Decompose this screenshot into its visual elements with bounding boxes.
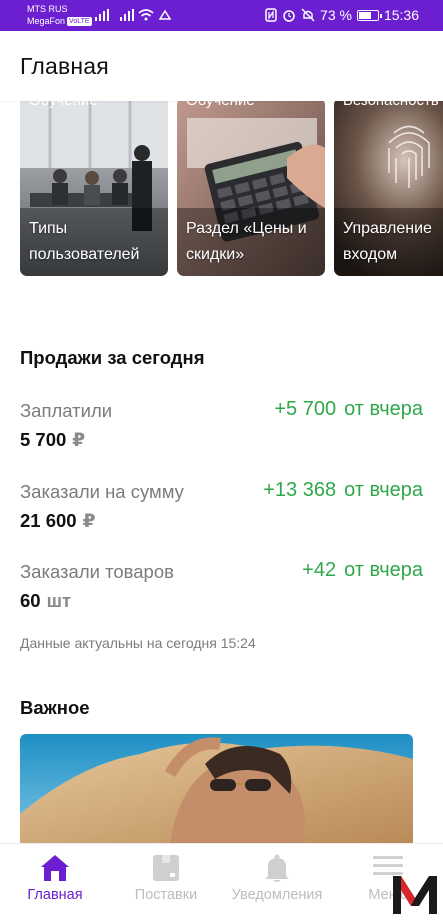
- row-delta: +5 700 от вчера: [274, 398, 423, 421]
- nav-supplies[interactable]: Поставки: [111, 844, 221, 920]
- card-prices-discounts[interactable]: Обучение Раздел «Цены и скидки»: [177, 98, 325, 276]
- volte-badge: VoLTE: [67, 17, 92, 27]
- banner-image: [20, 734, 413, 844]
- row-unit: ₽: [82, 510, 96, 531]
- row-value: 5 700 ₽: [20, 429, 85, 451]
- signal-icon-2: [120, 9, 134, 21]
- nav-label: Уведомления: [231, 887, 323, 903]
- clock: 15:36: [383, 7, 419, 23]
- signal-icon: [95, 9, 109, 21]
- sales-row-paid: Заплатили 5 700 ₽ +5 700 от вчера: [20, 398, 423, 460]
- row-unit: ₽: [72, 429, 86, 450]
- row-value: 60 шт: [20, 590, 71, 612]
- card-title: Типы пользователей: [29, 220, 140, 263]
- alarm-icon: [283, 10, 295, 22]
- card-title: Раздел «Цены и скидки»: [186, 220, 307, 263]
- data-updated-note: Данные актуальны на сегодня 15:24: [20, 635, 256, 651]
- sales-section-title: Продажи за сегодня: [20, 347, 205, 368]
- row-delta-since: от вчера: [344, 559, 423, 581]
- row-unit: шт: [46, 590, 72, 611]
- wifi-icon: [138, 9, 154, 21]
- home-icon: [41, 855, 69, 881]
- nav-label: Главная: [27, 887, 83, 903]
- row-delta-since: от вчера: [344, 398, 423, 420]
- row-amount: 60: [20, 590, 41, 611]
- sales-row-ordered-items: Заказали товаров 60 шт +42 от вчера: [20, 559, 423, 621]
- page-title: Главная: [20, 53, 109, 79]
- row-delta: +42 от вчера: [302, 559, 423, 582]
- important-banner[interactable]: [20, 734, 413, 844]
- row-amount: 21 600: [20, 510, 77, 531]
- card-user-types[interactable]: Обучение Типы пользователей: [20, 98, 168, 276]
- carrier-info: MTS RUS MegaFon VoLTE: [27, 3, 92, 27]
- row-delta: +13 368 от вчера: [263, 479, 423, 502]
- sales-row-ordered-sum: Заказали на сумму 21 600 ₽ +13 368 от вчер…: [20, 479, 423, 541]
- row-amount: 5 700: [20, 429, 67, 450]
- bell-icon: [265, 854, 289, 882]
- row-value: 21 600 ₽: [20, 510, 95, 532]
- row-delta-value: +42: [302, 559, 337, 581]
- row-label: Заказали товаров: [20, 561, 174, 582]
- nfc-icon: [265, 8, 277, 22]
- nav-home[interactable]: Главная: [0, 844, 110, 920]
- nav-label: Поставки: [134, 887, 198, 903]
- carrier-name: MTS RUS: [27, 4, 68, 14]
- important-section-title: Важное: [20, 697, 90, 718]
- status-bar: MTS RUS MegaFon VoLTE 73 % 15:36: [0, 0, 443, 31]
- row-delta-since: от вчера: [344, 479, 423, 501]
- row-delta-value: +5 700: [274, 398, 337, 420]
- row-label: Заказали на сумму: [20, 481, 184, 502]
- mute-icon: [301, 8, 315, 22]
- row-delta-value: +13 368: [263, 479, 337, 501]
- data-saver-icon: [158, 9, 172, 20]
- bottom-navigation: Главная Поставки Уведомления Меню: [0, 843, 443, 920]
- box-icon: [153, 855, 179, 881]
- carrier-name-2: MegaFon: [27, 16, 66, 26]
- status-right: 73 % 15:36: [265, 7, 419, 23]
- nav-notifications[interactable]: Уведомления: [222, 844, 332, 920]
- battery-percent: 73 %: [320, 7, 352, 23]
- card-title: Управление входом: [343, 220, 432, 263]
- watermark-logo: [393, 876, 437, 914]
- learning-cards-carousel[interactable]: Обучение Типы пользователей Обучение Раз…: [20, 98, 443, 276]
- app-header: Главная: [0, 31, 443, 101]
- row-label: Заплатили: [20, 400, 113, 421]
- card-login-management[interactable]: Безопасность Управление входом: [334, 98, 443, 276]
- battery-icon: [356, 9, 382, 21]
